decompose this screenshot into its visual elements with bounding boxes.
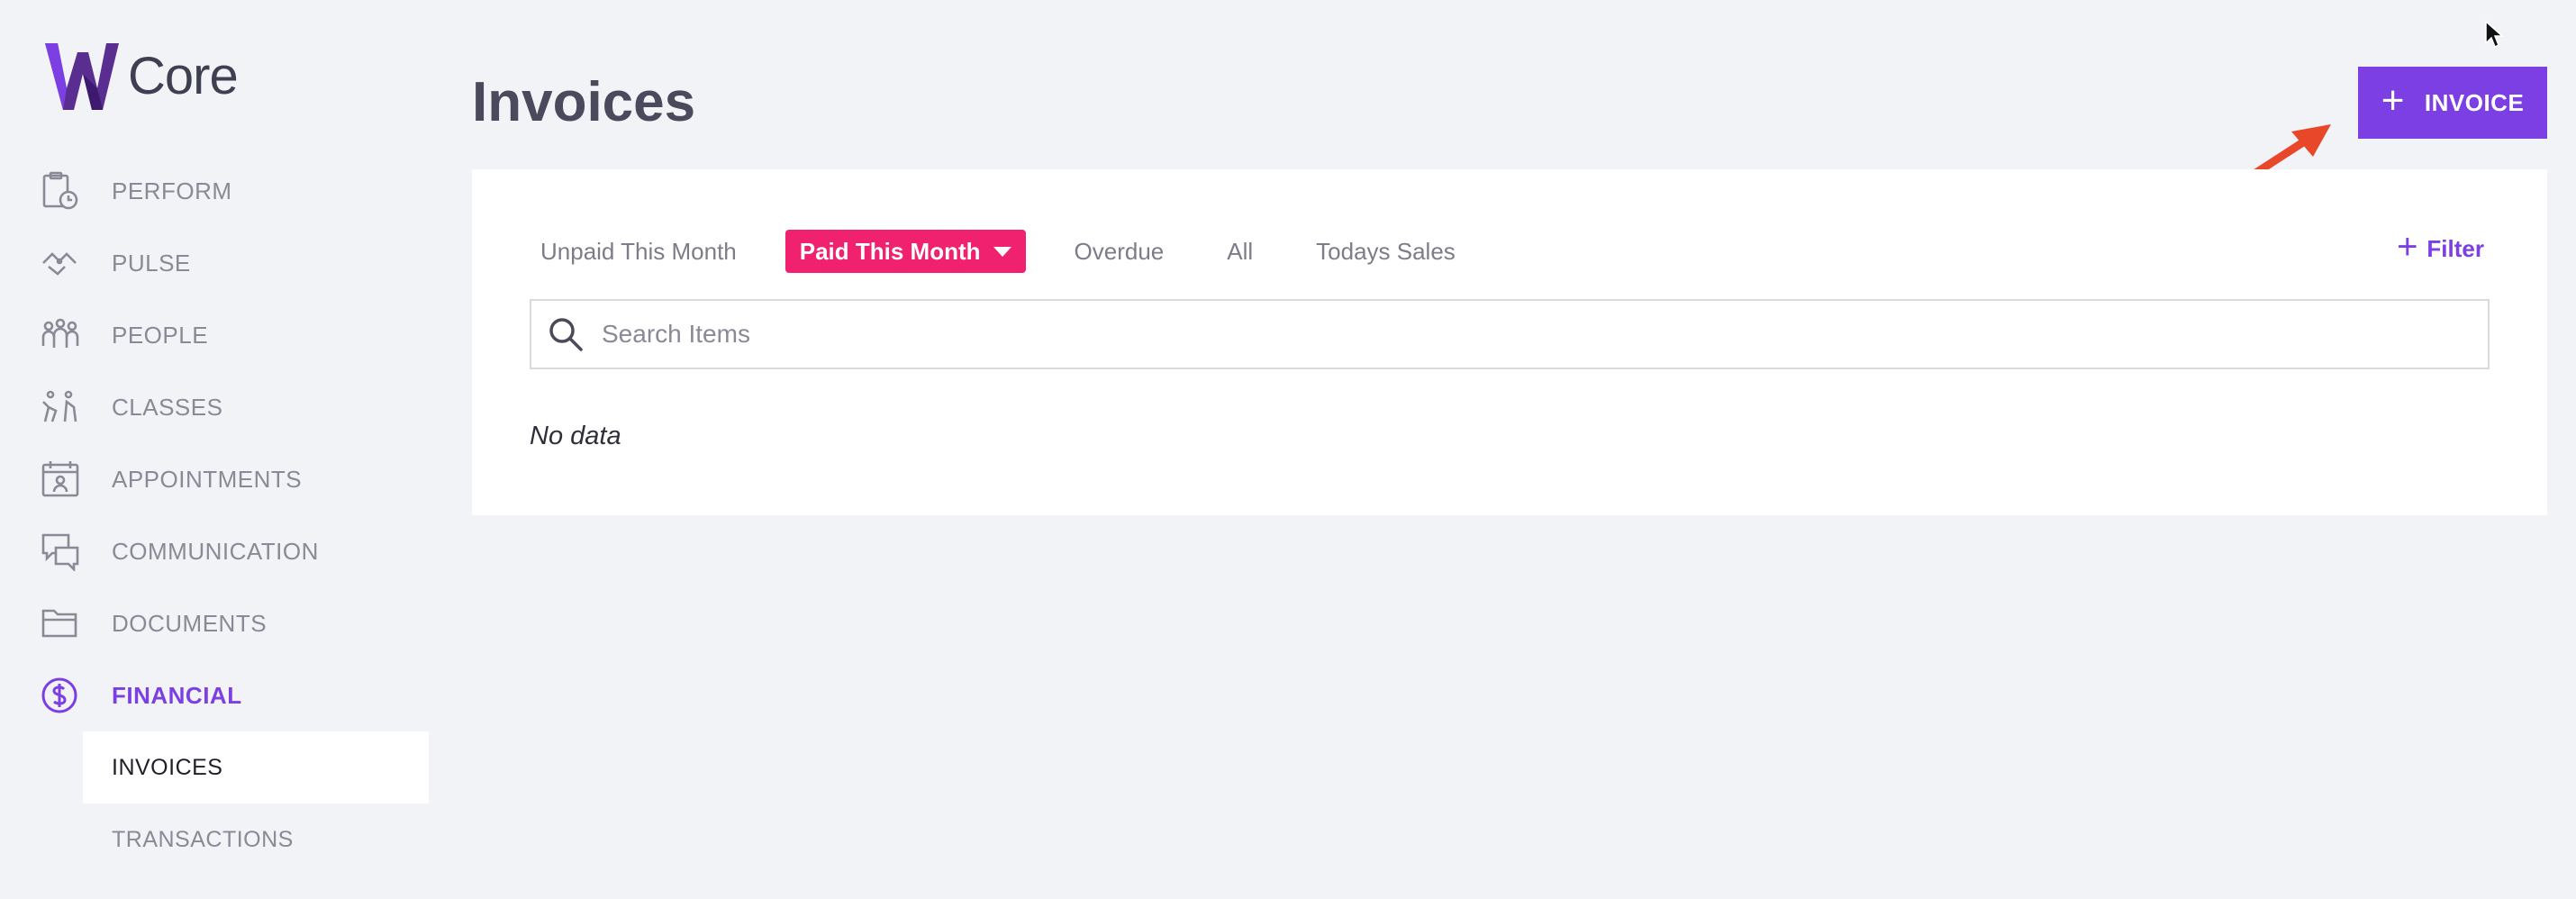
sidebar-item-classes[interactable]: CLASSES (0, 371, 432, 443)
sidebar-subitem-invoices[interactable]: INVOICES (0, 731, 432, 804)
mouse-cursor-icon (2485, 20, 2504, 49)
pulse-icon (40, 243, 81, 283)
sidebar-item-perform[interactable]: PERFORM (0, 155, 432, 227)
tab-all[interactable]: All (1212, 230, 1267, 273)
clipboard-clock-icon (40, 171, 81, 211)
sidebar-item-label: PULSE (112, 249, 191, 277)
sidebar-subitem-label: TRANSACTIONS (112, 827, 294, 852)
plus-icon: + (2381, 78, 2405, 123)
sidebar-item-people[interactable]: PEOPLE (0, 299, 432, 371)
sidebar-item-label: PEOPLE (112, 321, 209, 349)
invoice-filter-tabs: Unpaid This Month Paid This Month Overdu… (526, 229, 1504, 274)
tab-label: Todays Sales (1316, 237, 1456, 265)
sidebar-subitem-transactions[interactable]: TRANSACTIONS (0, 804, 432, 876)
sidebar-item-communication[interactable]: COMMUNICATION (0, 515, 432, 587)
tab-label: Overdue (1074, 237, 1165, 265)
sidebar-item-pulse[interactable]: PULSE (0, 227, 432, 299)
sidebar-item-financial[interactable]: FINANCIAL (0, 659, 432, 731)
classes-figures-icon (40, 387, 81, 427)
sidebar-subitem-label: INVOICES (112, 755, 223, 780)
logo[interactable]: Core (43, 38, 239, 114)
tab-label: All (1227, 237, 1254, 265)
chat-bubbles-icon (40, 531, 81, 573)
tab-label: Paid This Month (799, 237, 981, 265)
tab-overdue[interactable]: Overdue (1060, 230, 1179, 273)
sidebar-item-label: COMMUNICATION (112, 537, 319, 565)
search-box[interactable] (530, 299, 2490, 369)
sidebar-item-label: CLASSES (112, 393, 223, 421)
invoices-panel: Unpaid This Month Paid This Month Overdu… (472, 169, 2547, 515)
sidebar-item-label: FINANCIAL (112, 681, 242, 709)
logo-w-icon (45, 43, 119, 110)
tab-todays-sales[interactable]: Todays Sales (1302, 230, 1470, 273)
sidebar-item-label: PERFORM (112, 177, 232, 204)
people-group-icon (40, 315, 81, 355)
sidebar-item-label: DOCUMENTS (112, 609, 268, 637)
add-invoice-button[interactable]: + INVOICE (2358, 67, 2547, 139)
logo-text: Core (128, 46, 239, 105)
plus-icon: + (2397, 227, 2418, 267)
sidebar-item-appointments[interactable]: APPOINTMENTS (0, 443, 432, 515)
empty-state-text: No data (530, 422, 621, 450)
caret-down-icon (993, 246, 1011, 257)
tab-unpaid-this-month[interactable]: Unpaid This Month (526, 230, 751, 273)
folder-icon (40, 604, 81, 643)
calendar-person-icon (40, 459, 81, 499)
search-icon (549, 318, 583, 351)
filter-label: Filter (2426, 234, 2484, 262)
tab-paid-this-month[interactable]: Paid This Month (785, 230, 1026, 273)
sidebar-nav: PERFORM PULSE PEOPLE CLASSES APPOINTMENT… (0, 155, 432, 876)
add-filter-button[interactable]: + Filter (2397, 227, 2484, 267)
dollar-circle-icon (40, 676, 81, 715)
sidebar: Core PERFORM PULSE PEOPLE CLASSES APPOIN… (0, 0, 432, 899)
sidebar-item-documents[interactable]: DOCUMENTS (0, 587, 432, 659)
sidebar-item-label: APPOINTMENTS (112, 465, 303, 493)
tab-label: Unpaid This Month (540, 237, 737, 265)
page-title: Invoices (472, 71, 696, 133)
add-invoice-label: INVOICE (2424, 88, 2525, 116)
search-input[interactable] (600, 319, 2405, 350)
